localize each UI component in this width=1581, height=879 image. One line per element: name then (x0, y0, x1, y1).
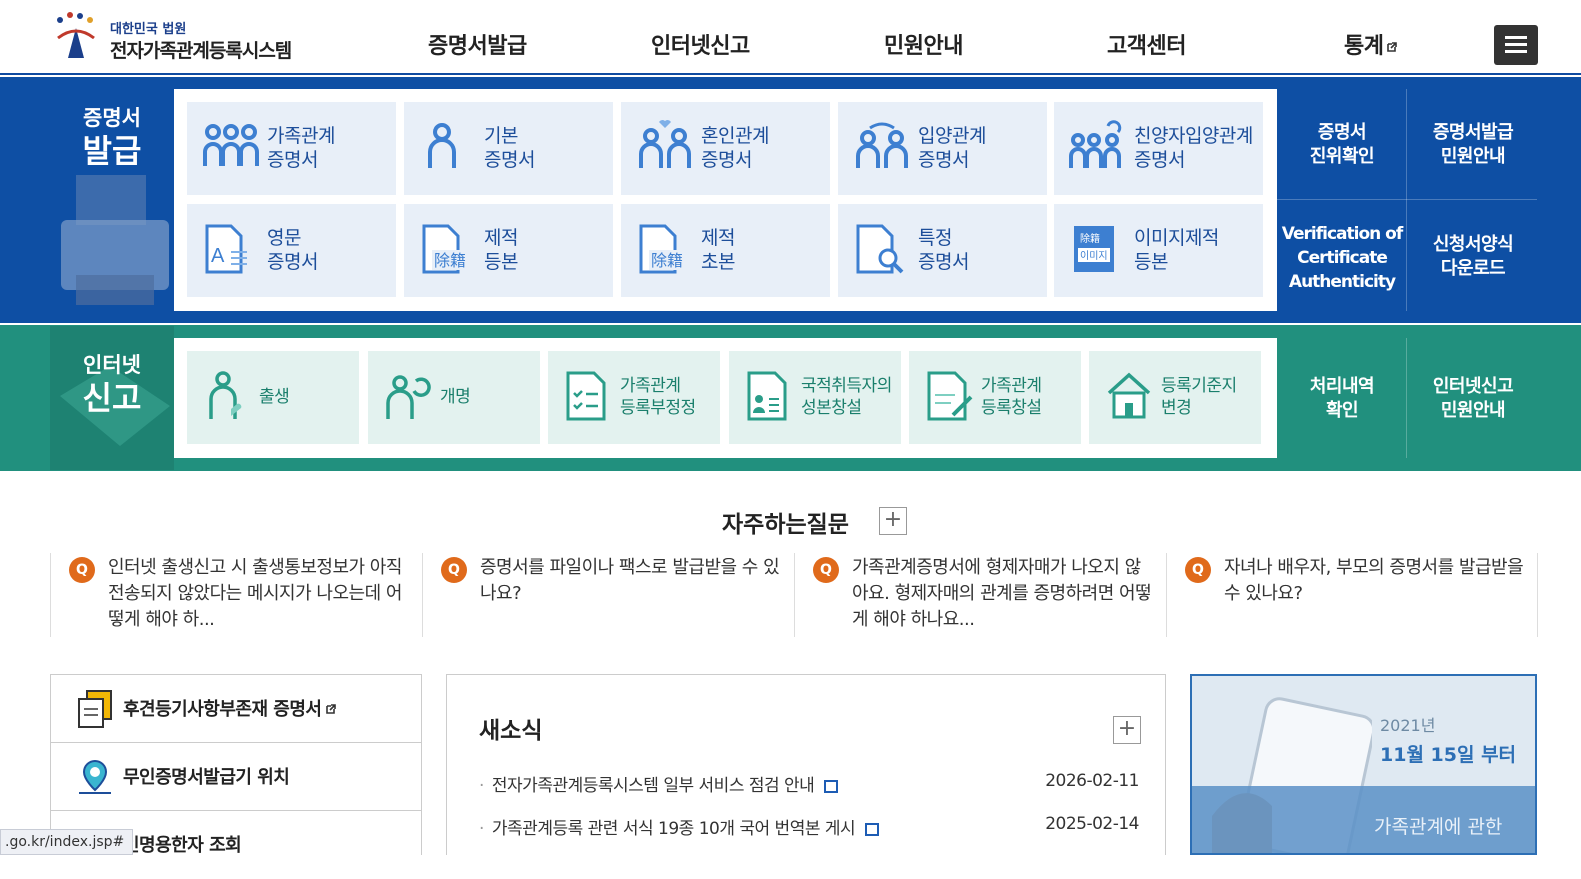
question-icon: Q (69, 557, 95, 583)
report-card-base-change[interactable]: 등록기준지 변경 (1089, 351, 1261, 444)
printer-icon (61, 175, 169, 305)
guardianship-cert-link[interactable]: 후견등기사항부존재 증명서 (51, 675, 421, 743)
checklist-doc-icon (566, 371, 606, 421)
removed-register-doc-icon: 除籍 (422, 224, 472, 274)
faq-item[interactable]: Q 자녀나 배우자, 부모의 증명서를 발급받을 수 있나요? (1166, 553, 1538, 637)
hamburger-menu-button[interactable] (1494, 25, 1538, 65)
couple-heart-icon (639, 120, 691, 168)
report-card-correction[interactable]: 가족관계 등록부정정 (548, 351, 720, 444)
divider (1406, 89, 1407, 311)
cert-card-basic[interactable]: 기본 증명서 (404, 102, 613, 195)
cert-verify-link[interactable]: 증명서 진위확인 (1280, 121, 1404, 169)
faq-title: 자주하는질문 (722, 512, 849, 538)
faq-item[interactable]: Q 증명서를 파일이나 팩스로 발급받을 수 있나요? (422, 553, 794, 637)
site-logo[interactable]: 대한민국 법원 전자가족관계등록시스템 (50, 8, 330, 66)
nav-internet-report[interactable]: 인터넷신고 (651, 28, 750, 60)
divider (1277, 199, 1537, 200)
person-icon (428, 123, 456, 168)
nav-statistics-label: 통계 (1344, 34, 1384, 59)
cert-card-marriage[interactable]: 혼인관계 증명서 (621, 102, 830, 195)
news-title: 새소식 (479, 718, 543, 744)
promo-banner[interactable]: 2021년 11월 15일 부터 가족관계에 관한 (1190, 674, 1537, 855)
kiosk-location-link[interactable]: 무인증명서발급기 위치 (51, 743, 421, 811)
id-doc-icon (747, 371, 787, 421)
question-icon: Q (1185, 557, 1211, 583)
news-item[interactable]: · 전자가족관계등록시스템 일부 서비스 점검 안내 2026-02-11 (479, 771, 1139, 796)
cert-card-english[interactable]: A 영문 증명서 (187, 204, 396, 297)
person-refresh-icon (386, 375, 431, 419)
external-link-icon (325, 704, 336, 714)
system-name: 전자가족관계등록시스템 (110, 40, 292, 62)
news-item[interactable]: · 가족관계등록 관련 서식 19종 10개 국어 번역본 게시 2025-02-… (479, 814, 1139, 839)
baby-person-icon (209, 371, 242, 419)
faq-item[interactable]: Q 인터넷 출생신고 시 출생통보정보가 아직 전송되지 않았다는 메시지가 나… (50, 553, 422, 637)
search-doc-icon (856, 224, 904, 274)
edit-doc-icon (927, 371, 973, 421)
faq-more-button[interactable]: + (879, 507, 907, 535)
svg-text:除籍: 除籍 (1080, 232, 1100, 245)
question-icon: Q (813, 557, 839, 583)
process-history-link[interactable]: 처리내역 확인 (1280, 375, 1404, 423)
cert-card-full-adoption[interactable]: 친양자입양관계 증명서 (1054, 102, 1263, 195)
document-icon (865, 822, 880, 836)
cert-guide-link[interactable]: 증명서발급 민원안내 (1410, 121, 1536, 169)
cert-card-adoption[interactable]: 입양관계 증명서 (838, 102, 1047, 195)
english-doc-icon: A (205, 224, 247, 274)
nav-civil-guide[interactable]: 민원안내 (884, 28, 963, 60)
svg-text:除籍: 除籍 (434, 251, 466, 270)
court-name: 대한민국 법원 (110, 22, 187, 37)
form-download-link[interactable]: 신청서양식 다운로드 (1410, 233, 1536, 281)
house-icon (1107, 372, 1151, 419)
family-people-icon (203, 124, 259, 166)
nav-customer-center[interactable]: 고객센터 (1107, 28, 1186, 60)
svg-text:除籍: 除籍 (651, 251, 683, 270)
report-card-birth[interactable]: 출생 (187, 351, 359, 444)
nav-cert-issue[interactable]: 증명서발급 (428, 28, 527, 60)
report-guide-link[interactable]: 인터넷신고 민원안내 (1410, 375, 1536, 423)
document-icon (824, 779, 839, 793)
header: 대한민국 법원 전자가족관계등록시스템 증명서발급 인터넷신고 민원안내 고객센… (0, 0, 1581, 75)
documents-icon (78, 690, 112, 728)
news-panel: 새소식 + · 전자가족관계등록시스템 일부 서비스 점검 안내 2026-02-… (446, 674, 1166, 855)
image-register-doc-icon: 이미지 除籍 (1074, 226, 1114, 272)
report-section-title: 인터넷 신고 (82, 353, 142, 417)
removed-register-doc-icon: 除籍 (639, 224, 689, 274)
quick-link-list: 후견등기사항부존재 증명서 무인증명서발급기 위치 인명용한자 조회 (50, 674, 422, 856)
cert-section-title: 증명서 발급 (82, 106, 142, 170)
report-card-nationality[interactable]: 국적취득자의 성본창설 (729, 351, 901, 444)
adoption-icon (856, 122, 908, 168)
cert-card-jejeok-deungbon[interactable]: 除籍 제적 등본 (404, 204, 613, 297)
svg-text:A: A (211, 245, 225, 267)
divider (1406, 338, 1407, 458)
external-link-icon (1387, 42, 1398, 52)
browser-status-url: .go.kr/index.jsp# (0, 829, 134, 855)
faq-item[interactable]: Q 가족관계증명서에 형제자매가 나오지 않아요. 형제자매의 관계를 증명하려… (794, 553, 1166, 637)
news-more-button[interactable]: + (1113, 716, 1141, 744)
nav-statistics[interactable]: 통계 (1344, 28, 1398, 60)
cert-card-image-jejeok[interactable]: 이미지 除籍 이미지제적 등본 (1054, 204, 1263, 297)
report-card-creation[interactable]: 가족관계 등록창설 (909, 351, 1081, 444)
full-adoption-icon (1069, 120, 1122, 168)
location-pin-icon (79, 759, 111, 794)
verification-link[interactable]: Verification of Certificate Authenticity (1280, 222, 1404, 294)
cert-card-jejeok-chobon[interactable]: 除籍 제적 초본 (621, 204, 830, 297)
cert-card-specific[interactable]: 특정 증명서 (838, 204, 1047, 297)
question-icon: Q (441, 557, 467, 583)
cert-card-family[interactable]: 가족관계 증명서 (187, 102, 396, 195)
svg-text:이미지: 이미지 (1080, 250, 1108, 262)
court-emblem-icon (57, 12, 95, 58)
report-card-rename[interactable]: 개명 (368, 351, 540, 444)
